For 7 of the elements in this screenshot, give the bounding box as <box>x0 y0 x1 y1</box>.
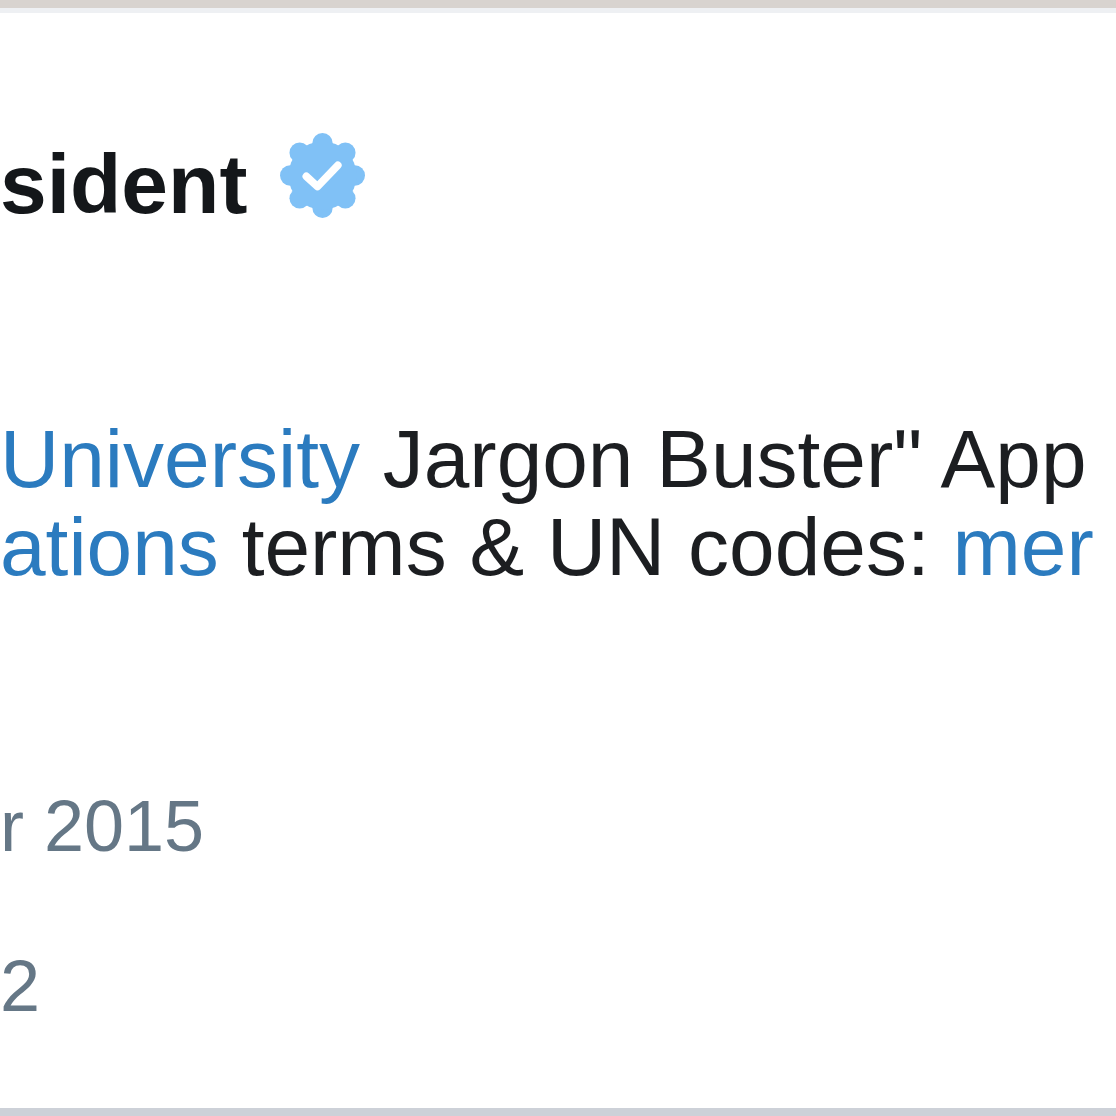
display-name: sident <box>0 142 248 226</box>
link[interactable]: ations <box>0 501 219 592</box>
meta-text: r 2015 <box>0 790 205 862</box>
link[interactable]: University <box>0 413 360 504</box>
bio-text: University Jargon Buster" App <box>0 415 1088 503</box>
bio-text: ations terms & UN codes: mer <box>0 503 1095 591</box>
meta-text: 2 <box>0 950 41 1022</box>
